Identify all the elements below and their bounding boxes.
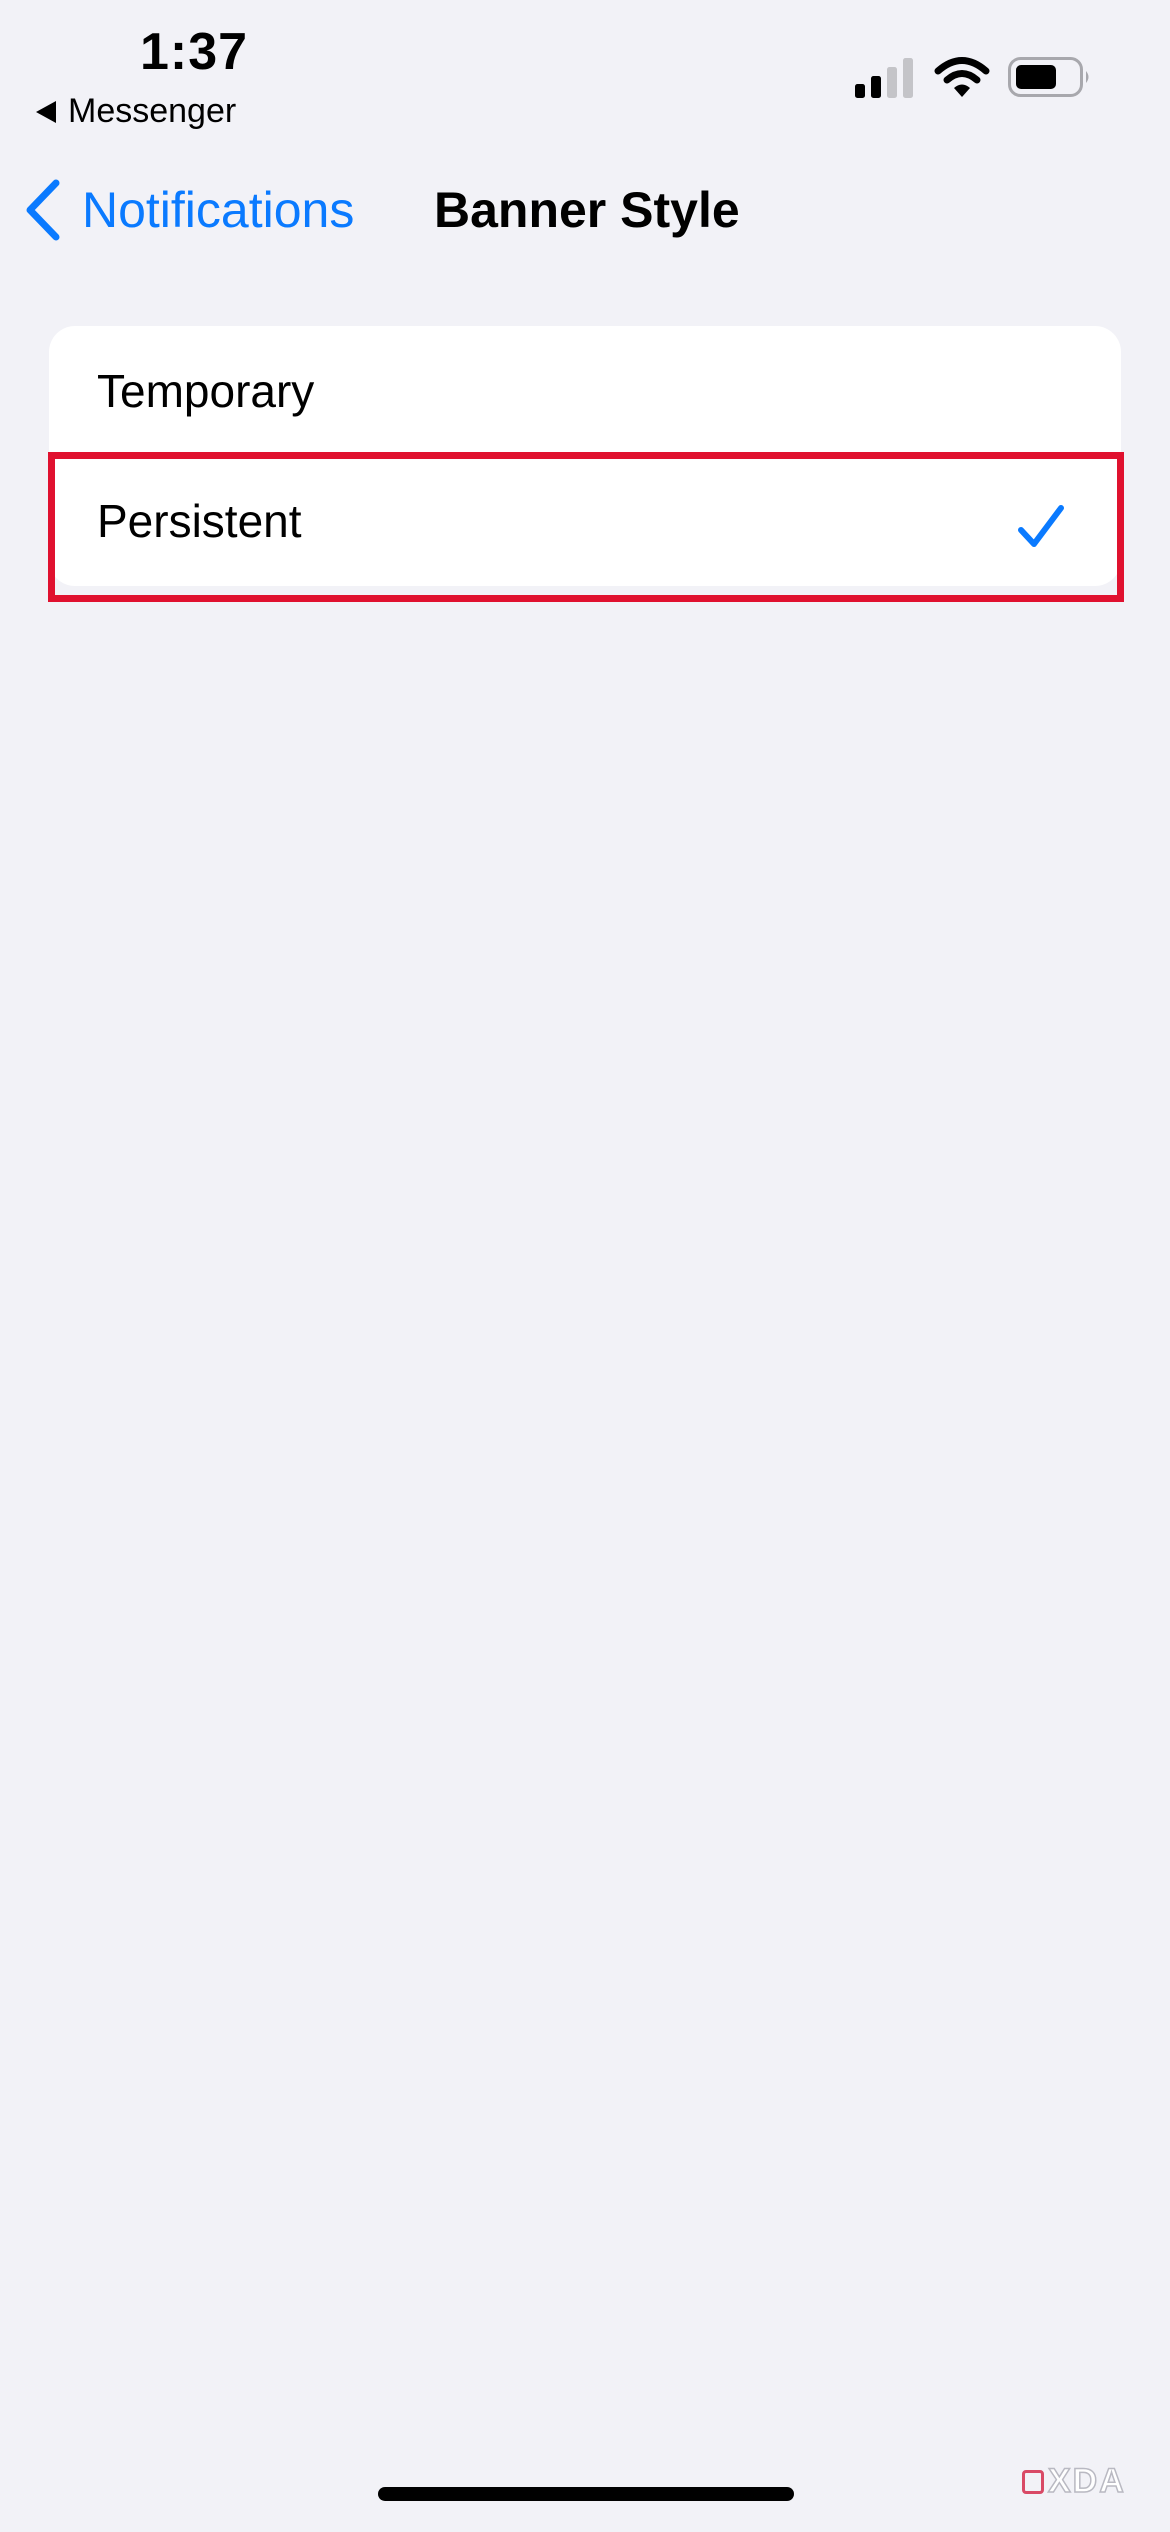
page-title: Banner Style	[434, 182, 740, 238]
watermark-text: XDA	[1047, 2461, 1126, 2501]
option-persistent[interactable]: Persistent	[49, 456, 1121, 586]
watermark-logo: XDA	[1022, 2461, 1126, 2501]
home-indicator[interactable]	[378, 2487, 794, 2501]
back-to-app-link[interactable]: Messenger	[36, 92, 236, 131]
chevron-left-icon	[26, 179, 60, 241]
wifi-icon	[934, 57, 990, 97]
battery-icon	[1008, 57, 1089, 97]
banner-style-options: Temporary Persistent	[49, 326, 1121, 586]
back-button-label: Notifications	[82, 182, 355, 238]
option-label: Temporary	[97, 365, 315, 417]
back-button[interactable]: Notifications	[24, 178, 354, 242]
checkmark-icon	[1018, 505, 1064, 547]
option-label: Persistent	[97, 495, 302, 547]
back-triangle-icon	[36, 100, 56, 123]
back-to-app-label: Messenger	[68, 92, 237, 130]
status-bar: 1:37 Messenger	[0, 0, 1170, 140]
signal-icon	[855, 58, 913, 98]
navigation-bar: Notifications Banner Style	[0, 160, 1170, 260]
xda-logo-icon	[1022, 2469, 1044, 2494]
status-time: 1:37	[140, 23, 249, 81]
option-temporary[interactable]: Temporary	[49, 326, 1121, 456]
